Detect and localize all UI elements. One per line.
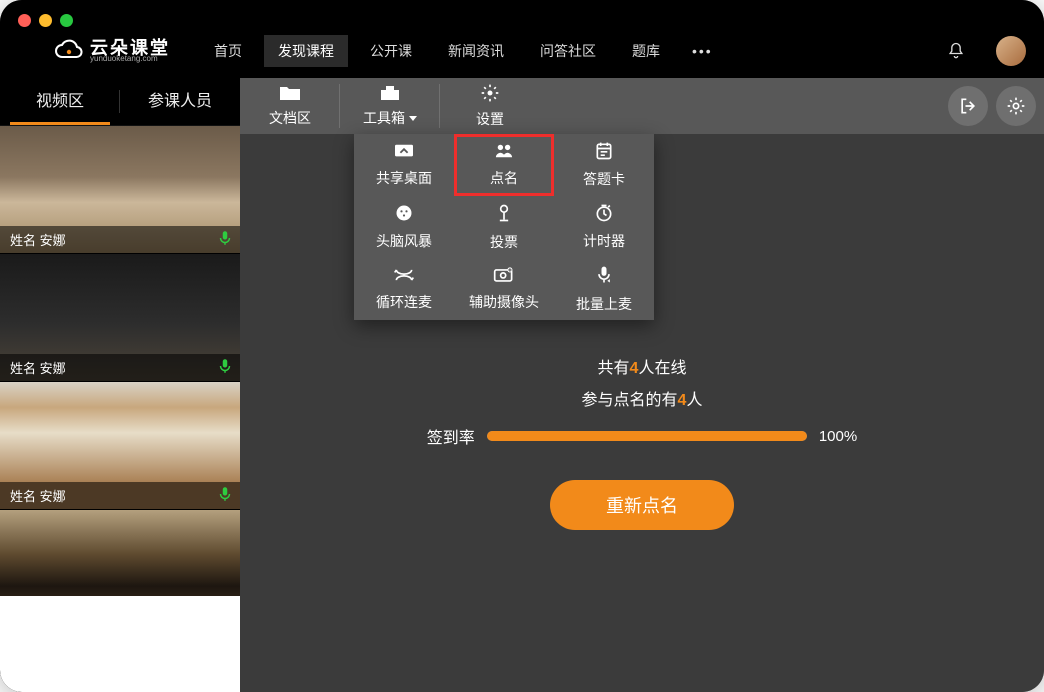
brainstorm-icon [394, 203, 414, 226]
nav-more-icon[interactable]: ••• [682, 37, 723, 65]
folder-icon [279, 84, 301, 102]
toolbox-item[interactable]: 计时器 [554, 196, 654, 258]
toolbox-item[interactable]: 共享桌面 [354, 134, 454, 196]
toolbox-item[interactable]: 点名 [454, 134, 554, 196]
nav-open-class[interactable]: 公开课 [356, 35, 426, 67]
cloud-icon [54, 39, 84, 63]
mic-icon[interactable] [216, 485, 234, 503]
rollcall-stats: 共有4人在线 参与点名的有4人 签到率 100% 重新点名 [240, 354, 1044, 530]
timer-icon [594, 203, 614, 226]
checkin-progress [487, 431, 807, 441]
toolbar-toolbox-label: 工具箱 [363, 108, 405, 128]
checkin-percent: 100% [819, 428, 857, 445]
maximize-icon[interactable] [60, 14, 73, 27]
brand-logo[interactable]: 云朵课堂 yunduoketang.com [54, 39, 170, 63]
chevron-down-icon [409, 116, 417, 121]
minimize-icon[interactable] [39, 14, 52, 27]
tab-participants[interactable]: 参课人员 [120, 78, 240, 125]
window-controls [18, 14, 73, 27]
toolbox-item-label: 计时器 [583, 231, 625, 251]
checkin-label: 签到率 [427, 424, 475, 448]
video-sidebar: 视频区 参课人员 姓名 安娜姓名 安娜姓名 安娜姓名 安娜 [0, 78, 240, 692]
loop-mic-icon [393, 266, 415, 287]
exit-icon [958, 96, 978, 116]
nav-news[interactable]: 新闻资讯 [434, 35, 518, 67]
toolbox-item[interactable]: 投票 [454, 196, 554, 258]
close-icon[interactable] [18, 14, 31, 27]
video-thumbnail [0, 510, 240, 596]
sidebar-bottom-panel [0, 596, 240, 692]
mic-icon[interactable] [216, 229, 234, 247]
toolbox-item-label: 投票 [490, 232, 518, 252]
checkin-rate-row: 签到率 100% [427, 424, 857, 448]
video-list: 姓名 安娜姓名 安娜姓名 安娜姓名 安娜 [0, 126, 240, 596]
toolbar: 文档区 工具箱 设置 [240, 78, 1044, 134]
top-navbar: 云朵课堂 yunduoketang.com 首页 发现课程 公开课 新闻资讯 问… [0, 0, 1044, 78]
toolbar-toolbox[interactable]: 工具箱 [340, 78, 440, 134]
nav-discover[interactable]: 发现课程 [264, 35, 348, 67]
toolbar-docs[interactable]: 文档区 [240, 78, 340, 134]
toolbox-icon [379, 84, 401, 102]
toolbox-item[interactable]: 循环连麦 [354, 258, 454, 320]
share-screen-icon [393, 142, 415, 163]
app-window: 云朵课堂 yunduoketang.com 首页 发现课程 公开课 新闻资讯 问… [0, 0, 1044, 692]
toolbox-item-label: 批量上麦 [576, 294, 632, 314]
video-name-overlay: 姓名 安娜 [0, 354, 240, 381]
video-tile[interactable]: 姓名 安娜 [0, 254, 240, 382]
toolbox-item-label: 答题卡 [583, 169, 625, 189]
gear-icon [1006, 96, 1026, 116]
toolbox-item-label: 点名 [490, 168, 518, 188]
answer-sheet-icon [594, 141, 614, 164]
toolbar-settings-label: 设置 [476, 109, 504, 129]
video-name-overlay: 姓名 安娜 [0, 226, 240, 253]
video-tile[interactable]: 姓名 安娜 [0, 510, 240, 596]
toolbox-item-label: 头脑风暴 [376, 231, 432, 251]
toolbox-item-label: 辅助摄像头 [469, 292, 539, 312]
settings-round-button[interactable] [996, 86, 1036, 126]
video-tile[interactable]: 姓名 安娜 [0, 126, 240, 254]
video-name-overlay: 姓名 安娜 [0, 482, 240, 509]
toolbox-item-label: 共享桌面 [376, 168, 432, 188]
toolbar-settings[interactable]: 设置 [440, 78, 540, 134]
exit-button[interactable] [948, 86, 988, 126]
online-count-line: 共有4人在线 [598, 354, 687, 378]
toolbox-dropdown: 共享桌面 点名 答题卡头脑风暴 投票 计时器循环连麦 辅助摄像头 批量上麦 [354, 134, 654, 320]
video-tile[interactable]: 姓名 安娜 [0, 382, 240, 510]
vote-icon [494, 202, 514, 227]
mic-icon[interactable] [216, 357, 234, 375]
rollcall-icon [493, 142, 515, 163]
toolbox-item[interactable]: 辅助摄像头 [454, 258, 554, 320]
batch-mic-icon [594, 264, 614, 289]
nav-home[interactable]: 首页 [200, 35, 256, 67]
nav-qa[interactable]: 问答社区 [526, 35, 610, 67]
rollcall-count-line: 参与点名的有4人 [582, 386, 703, 410]
aux-camera-icon [493, 266, 515, 287]
gear-icon [480, 83, 500, 103]
toolbox-item[interactable]: 头脑风暴 [354, 196, 454, 258]
re-rollcall-button[interactable]: 重新点名 [550, 480, 734, 530]
toolbox-item-label: 循环连麦 [376, 292, 432, 312]
brand-sub: yunduoketang.com [90, 55, 170, 63]
bell-icon[interactable] [946, 41, 966, 61]
user-avatar[interactable] [996, 36, 1026, 66]
toolbar-docs-label: 文档区 [269, 108, 311, 128]
toolbox-item[interactable]: 批量上麦 [554, 258, 654, 320]
tab-video-area[interactable]: 视频区 [0, 78, 120, 125]
toolbox-item[interactable]: 答题卡 [554, 134, 654, 196]
nav-question-bank[interactable]: 题库 [618, 35, 674, 67]
